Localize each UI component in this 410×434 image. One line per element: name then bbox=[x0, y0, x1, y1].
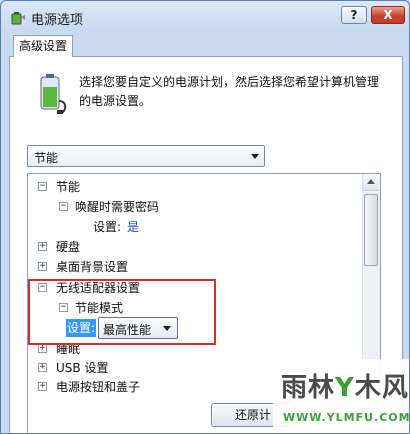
tree-node-label: 睡眠 bbox=[56, 342, 81, 356]
collapse-icon[interactable]: − bbox=[59, 202, 68, 211]
chevron-down-icon bbox=[163, 326, 171, 331]
tree-node-label: 唤醒时需要密码 bbox=[75, 200, 160, 214]
scroll-up-icon[interactable] bbox=[363, 174, 379, 191]
tree-node-label: 节能 bbox=[56, 180, 81, 194]
watermark-brand-a: 雨林 bbox=[281, 373, 336, 403]
watermark-brand: 雨林Y木风 bbox=[281, 367, 409, 404]
power-saving-mode-dropdown[interactable]: 最高性能 bbox=[98, 317, 178, 339]
tab-advanced-settings[interactable]: 高级设置 bbox=[13, 35, 73, 57]
watermark-url: WWW.YLMFU.COM bbox=[283, 411, 410, 424]
watermark-brand-y: Y bbox=[335, 373, 355, 403]
battery-plug-icon bbox=[40, 74, 67, 114]
collapse-icon[interactable]: − bbox=[59, 303, 68, 312]
watermark-logo: 雨林Y木风 WWW.YLMFU.COM bbox=[273, 359, 410, 433]
setting-label: 设置: bbox=[93, 220, 122, 234]
expand-icon[interactable]: + bbox=[38, 262, 47, 271]
close-button[interactable]: X bbox=[371, 6, 405, 24]
expand-icon[interactable]: + bbox=[38, 363, 47, 372]
help-button[interactable]: ? bbox=[341, 6, 367, 24]
scroll-thumb[interactable] bbox=[364, 194, 378, 266]
setting-value-link[interactable]: 是 bbox=[127, 218, 139, 236]
chevron-down-icon bbox=[251, 154, 259, 159]
tree-node-label: 电源按钮和盖子 bbox=[56, 380, 141, 394]
dropdown-value: 最高性能 bbox=[103, 323, 152, 337]
tree-node-label: 无线适配器设置 bbox=[56, 281, 141, 295]
description-text: 选择您要自定义的电源计划，然后选择您希望计算机管理的电源设置。 bbox=[79, 75, 380, 108]
power-options-icon bbox=[11, 12, 25, 25]
power-plan-dropdown[interactable]: 节能 bbox=[27, 145, 265, 167]
expand-icon[interactable]: + bbox=[38, 242, 47, 251]
tree-node-label: 桌面背景设置 bbox=[56, 260, 129, 274]
window-title: 电源选项 bbox=[31, 13, 84, 28]
expand-icon[interactable]: + bbox=[38, 382, 47, 391]
tree-node-label: USB 设置 bbox=[56, 361, 109, 375]
tree-node-label: 硬盘 bbox=[56, 240, 81, 254]
power-plan-value: 节能 bbox=[34, 151, 59, 165]
title-bar[interactable]: 电源选项 ? X bbox=[1, 1, 409, 33]
power-options-window: 电源选项 ? X 高级设置 选择您要自定义的电源计划，然后选择您希望计算机管理的… bbox=[0, 0, 410, 434]
collapse-icon[interactable]: − bbox=[38, 283, 47, 292]
collapse-icon[interactable]: − bbox=[38, 182, 47, 191]
expand-icon[interactable]: + bbox=[38, 344, 47, 353]
tree-node-label: 节能模式 bbox=[75, 301, 124, 315]
watermark-brand-b: 木风 bbox=[354, 373, 409, 403]
setting-label-selected: 设置: bbox=[66, 319, 96, 337]
